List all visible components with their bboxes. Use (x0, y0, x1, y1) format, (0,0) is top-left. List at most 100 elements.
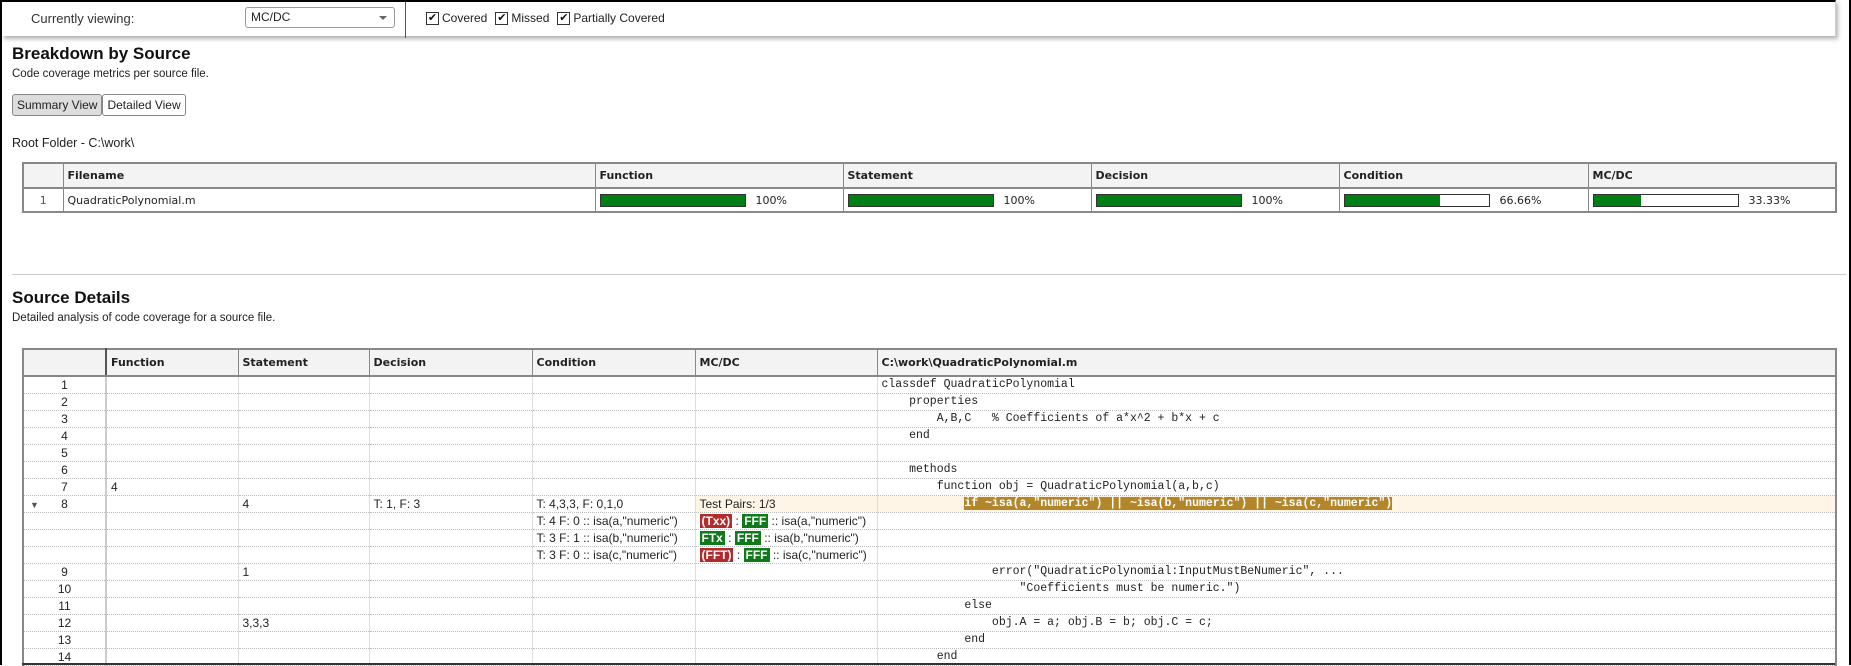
decision-progress-bar (1095, 193, 1242, 207)
progress-fill (1096, 194, 1241, 206)
column-header-filename[interactable]: Filename (62, 162, 596, 189)
covered-checkbox[interactable]: ✔ Covered (426, 11, 487, 25)
source-line-row: 4 end (22, 427, 1837, 445)
column-header-decision[interactable]: Decision (1090, 162, 1340, 189)
condition-cell: T: 3 F: 1 :: isa(b,"numeric") (531, 529, 696, 547)
root-folder-label: Root Folder - C:\work\ (12, 136, 135, 150)
function-cell: 4 (105, 478, 239, 496)
column-header-mcdc[interactable]: MC/DC (1587, 162, 1837, 189)
column-header-source-file: C:\work\QuadraticPolynomial.m (876, 348, 1837, 377)
function-cell (105, 393, 239, 411)
statement-percent: 100% (1003, 193, 1035, 207)
source-details-subtitle: Detailed analysis of code coverage for a… (12, 312, 276, 324)
code-cell (876, 546, 1837, 564)
line-number-text: 13 (57, 633, 72, 647)
checkmark-icon[interactable]: ✔ (426, 11, 439, 25)
condition-detail-row: T: 3 F: 1 :: isa(b,"numeric") FTx : FFF :… (22, 529, 1837, 547)
line-number-text: 9 (61, 565, 68, 579)
function-cell (105, 580, 239, 598)
summary-table: Filename Function Statement Decision Con… (22, 162, 1837, 213)
detailed-view-button[interactable]: Detailed View (102, 94, 186, 116)
mcdc-test-pair-tag: FFF (743, 548, 770, 562)
line-number: 1 (22, 376, 107, 394)
statement-cell: 1 (237, 563, 370, 581)
missed-checkbox[interactable]: ✔ Missed (495, 11, 549, 25)
condition-cell (531, 461, 696, 479)
function-cell (105, 546, 239, 564)
summary-view-button[interactable]: Summary View (12, 94, 103, 116)
statement-cell (237, 529, 370, 547)
statement-cell (237, 410, 370, 428)
statement-cell (237, 597, 370, 615)
line-number: 2 (22, 393, 107, 411)
line-number: 13 (22, 631, 107, 649)
line-number: 7 (22, 478, 107, 496)
source-line-row: 12 3,3,3 obj.A = a; obj.B = b; obj.C = c; (22, 614, 1837, 632)
checkmark-icon[interactable]: ✔ (557, 11, 571, 25)
function-cell (105, 512, 239, 530)
condition-cell (531, 410, 696, 428)
line-number: 11 (22, 597, 107, 615)
decision-cell (368, 546, 533, 564)
highlighted-decision-code[interactable]: if ~isa(a,"numeric") || ~isa(b,"numeric"… (964, 497, 1393, 510)
decision-cell (368, 444, 533, 462)
function-cell (105, 444, 239, 462)
column-header-mcdc: MC/DC (694, 348, 878, 377)
column-header-function[interactable]: Function (594, 162, 844, 189)
function-cell (105, 410, 239, 428)
line-number-text: 8 (61, 497, 68, 511)
mcdc-test-pair-tag: (Txx) (699, 514, 733, 528)
source-line-row: 13 end (22, 631, 1837, 649)
decision-cell (368, 461, 533, 479)
mcdc-percent: 33.33% (1748, 193, 1791, 207)
mcdc-cell (694, 444, 878, 462)
column-header-condition[interactable]: Condition (1338, 162, 1589, 189)
source-details-title: Source Details (12, 288, 131, 307)
statement-cell (237, 393, 370, 411)
decision-cell (368, 427, 533, 445)
line-number-text: 4 (61, 429, 68, 443)
mcdc-cell: (Txx) : FFF :: isa(a,"numeric") (694, 512, 878, 530)
line-number-text: 2 (61, 395, 68, 409)
condition-progress-bar (1343, 193, 1490, 207)
progress-fill (848, 194, 993, 206)
source-line-row: 7 4 function obj = QuadraticPolynomial(a,… (22, 478, 1837, 496)
condition-cell: T: 3 F: 0 :: isa(c,"numeric") (531, 546, 696, 564)
decision-cell (368, 580, 533, 598)
line-number (22, 546, 107, 564)
source-details-table: Function Statement Decision Condition MC… (22, 348, 1837, 666)
function-cell (105, 529, 239, 547)
decision-cell (368, 563, 533, 581)
function-cell (105, 614, 239, 632)
code-cell: function obj = QuadraticPolynomial(a,b,c… (876, 478, 1837, 496)
function-cell (105, 563, 239, 581)
row-index: 1 (22, 187, 64, 213)
checkmark-icon[interactable]: ✔ (495, 11, 509, 25)
code-cell: classdef QuadraticPolynomial (876, 376, 1837, 394)
chevron-down-icon (379, 16, 387, 20)
metric-select[interactable]: MC/DC (245, 7, 395, 28)
line-number[interactable]: ▼ 8 (22, 495, 107, 513)
source-line-row: 2 properties (22, 393, 1837, 411)
statement-cell (237, 376, 370, 394)
line-number-text: 14 (57, 650, 72, 664)
line-number (22, 512, 107, 530)
mcdc-cell (694, 580, 878, 598)
decision-cell (368, 410, 533, 428)
statement-cell (237, 461, 370, 479)
line-number: 3 (22, 410, 107, 428)
filename-link[interactable]: QuadraticPolynomial.m (62, 187, 596, 213)
code-cell: end (876, 631, 1837, 649)
code-cell (876, 529, 1837, 547)
column-header-statement[interactable]: Statement (842, 162, 1092, 189)
column-header-function: Function (105, 348, 239, 377)
table-row[interactable]: 1 QuadraticPolynomial.m 100% 100% 100% 6… (22, 187, 1837, 213)
covered-checkbox-label: Covered (442, 11, 488, 25)
function-cell (105, 427, 239, 445)
mcdc-cell: Test Pairs: 1/3 (694, 495, 878, 513)
partially-covered-checkbox[interactable]: ✔ Partially Covered (557, 11, 665, 25)
condition-cell (531, 631, 696, 649)
expand-triangle-icon[interactable]: ▼ (30, 497, 39, 512)
code-cell: else (876, 597, 1837, 615)
function-cell (105, 461, 239, 479)
